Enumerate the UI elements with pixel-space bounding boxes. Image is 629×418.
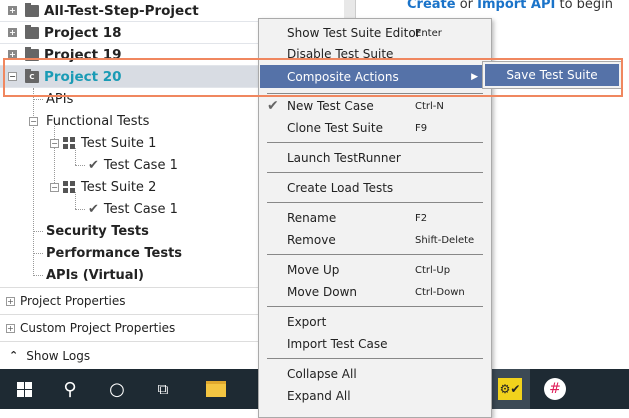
collapse-icon[interactable]: −: [29, 116, 38, 126]
menu-item-export[interactable]: Export: [260, 311, 490, 333]
soapui-icon[interactable]: ⚙✔: [490, 369, 530, 409]
menu-item-rename[interactable]: Rename F2: [260, 207, 490, 229]
file-explorer-icon[interactable]: [196, 369, 236, 409]
menu-item-expand-all[interactable]: Expand All: [260, 385, 490, 407]
context-menu: Show Test Suite Editor Enter Disable Test…: [258, 18, 492, 418]
menu-item-new-test-case[interactable]: ✔ New Test Case Ctrl-N: [260, 95, 490, 117]
menu-item-launch-testrunner[interactable]: Launch TestRunner: [260, 147, 490, 169]
import-api-link[interactable]: Import API: [477, 0, 555, 12]
collapse-icon[interactable]: −: [50, 182, 59, 192]
expand-icon[interactable]: +: [6, 296, 15, 306]
expand-icon[interactable]: +: [8, 28, 17, 37]
task-view-icon[interactable]: ⧉: [143, 369, 183, 409]
menu-item-clone-test-suite[interactable]: Clone Test Suite F9: [260, 117, 490, 139]
expand-icon[interactable]: +: [8, 6, 17, 15]
create-link[interactable]: Create: [407, 0, 456, 12]
menu-item-disable-test-suite[interactable]: Disable Test Suite: [260, 43, 490, 65]
cortana-icon[interactable]: ○: [97, 369, 137, 409]
check-icon: ✔: [267, 98, 279, 114]
menu-item-composite-actions[interactable]: Composite Actions ▶: [260, 65, 490, 88]
collapse-icon[interactable]: −: [8, 72, 17, 81]
submenu-arrow-icon: ▶: [471, 71, 478, 82]
menu-item-remove[interactable]: Remove Shift-Delete: [260, 229, 490, 251]
expand-icon[interactable]: +: [8, 50, 17, 59]
chevron-up-icon: ⌃: [9, 349, 19, 362]
expand-icon[interactable]: +: [6, 323, 15, 333]
project-icon: C: [25, 68, 39, 83]
menu-item-collapse-all[interactable]: Collapse All: [260, 363, 490, 385]
folder-icon: [25, 2, 39, 17]
empty-state-message: Create or Import API to begin: [407, 0, 613, 12]
windows-start-icon[interactable]: [4, 369, 44, 409]
check-icon: ✔: [88, 157, 99, 173]
search-icon[interactable]: ⚲: [50, 369, 90, 409]
test-suite-icon: [63, 181, 75, 193]
slack-icon[interactable]: #: [535, 369, 575, 409]
folder-icon: [25, 46, 39, 61]
check-icon: ✔: [88, 201, 99, 217]
composite-actions-submenu: Save Test Suite: [482, 61, 622, 89]
menu-item-move-up[interactable]: Move Up Ctrl-Up: [260, 259, 490, 281]
menu-item-import-test-case[interactable]: Import Test Case: [260, 333, 490, 355]
menu-item-show-test-suite-editor[interactable]: Show Test Suite Editor Enter: [260, 22, 490, 44]
menu-item-create-load-tests[interactable]: Create Load Tests: [260, 177, 490, 199]
test-suite-icon: [63, 137, 75, 149]
folder-icon: [25, 24, 39, 39]
menu-item-move-down[interactable]: Move Down Ctrl-Down: [260, 281, 490, 303]
menu-item-save-test-suite[interactable]: Save Test Suite: [485, 64, 619, 86]
collapse-icon[interactable]: −: [50, 138, 59, 148]
